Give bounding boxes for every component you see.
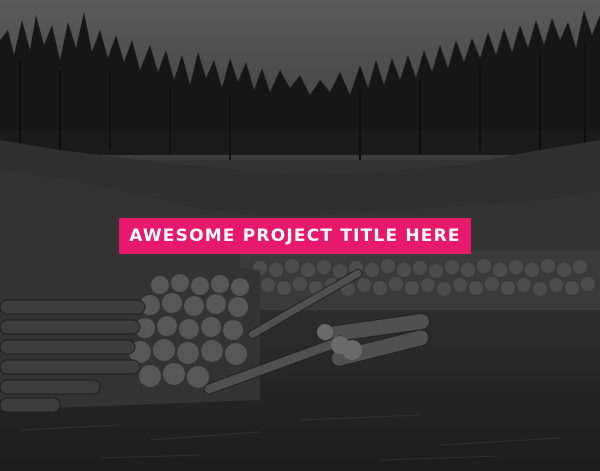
project-title-banner: AWESOME PROJECT TITLE HERE [119, 218, 471, 254]
hero-image: AWESOME PROJECT TITLE HERE [0, 0, 600, 471]
project-title: AWESOME PROJECT TITLE HERE [129, 226, 461, 246]
back-log-stack [240, 250, 600, 310]
